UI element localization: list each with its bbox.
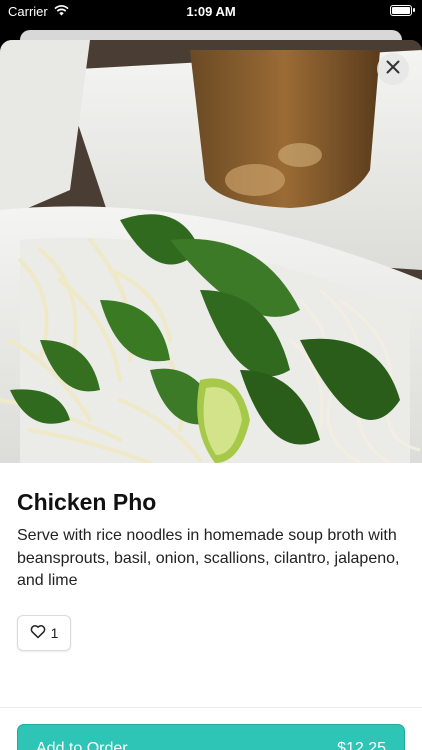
divider [0,707,422,708]
like-button[interactable]: 1 [17,615,71,651]
status-time: 1:09 AM [186,4,236,19]
heart-outline-icon [30,624,46,642]
add-to-order-label: Add to Order [36,739,128,750]
close-icon [386,60,400,79]
add-to-order-button[interactable]: Add to Order $12.25 [17,724,405,750]
food-photo-illustration [0,40,422,463]
close-button[interactable] [377,53,409,85]
item-title: Chicken Pho [17,489,157,515]
item-price: $12.25 [337,739,386,750]
item-detail-sheet: Chicken Pho Serve with rice noodles in h… [0,40,422,750]
battery-level [392,7,410,14]
like-count: 1 [50,625,59,641]
item-description: Serve with rice noodles in homemade soup… [17,527,400,589]
status-bar: Carrier 1:09 AM [0,0,422,24]
battery-icon [390,5,415,16]
food-photo [0,40,422,463]
